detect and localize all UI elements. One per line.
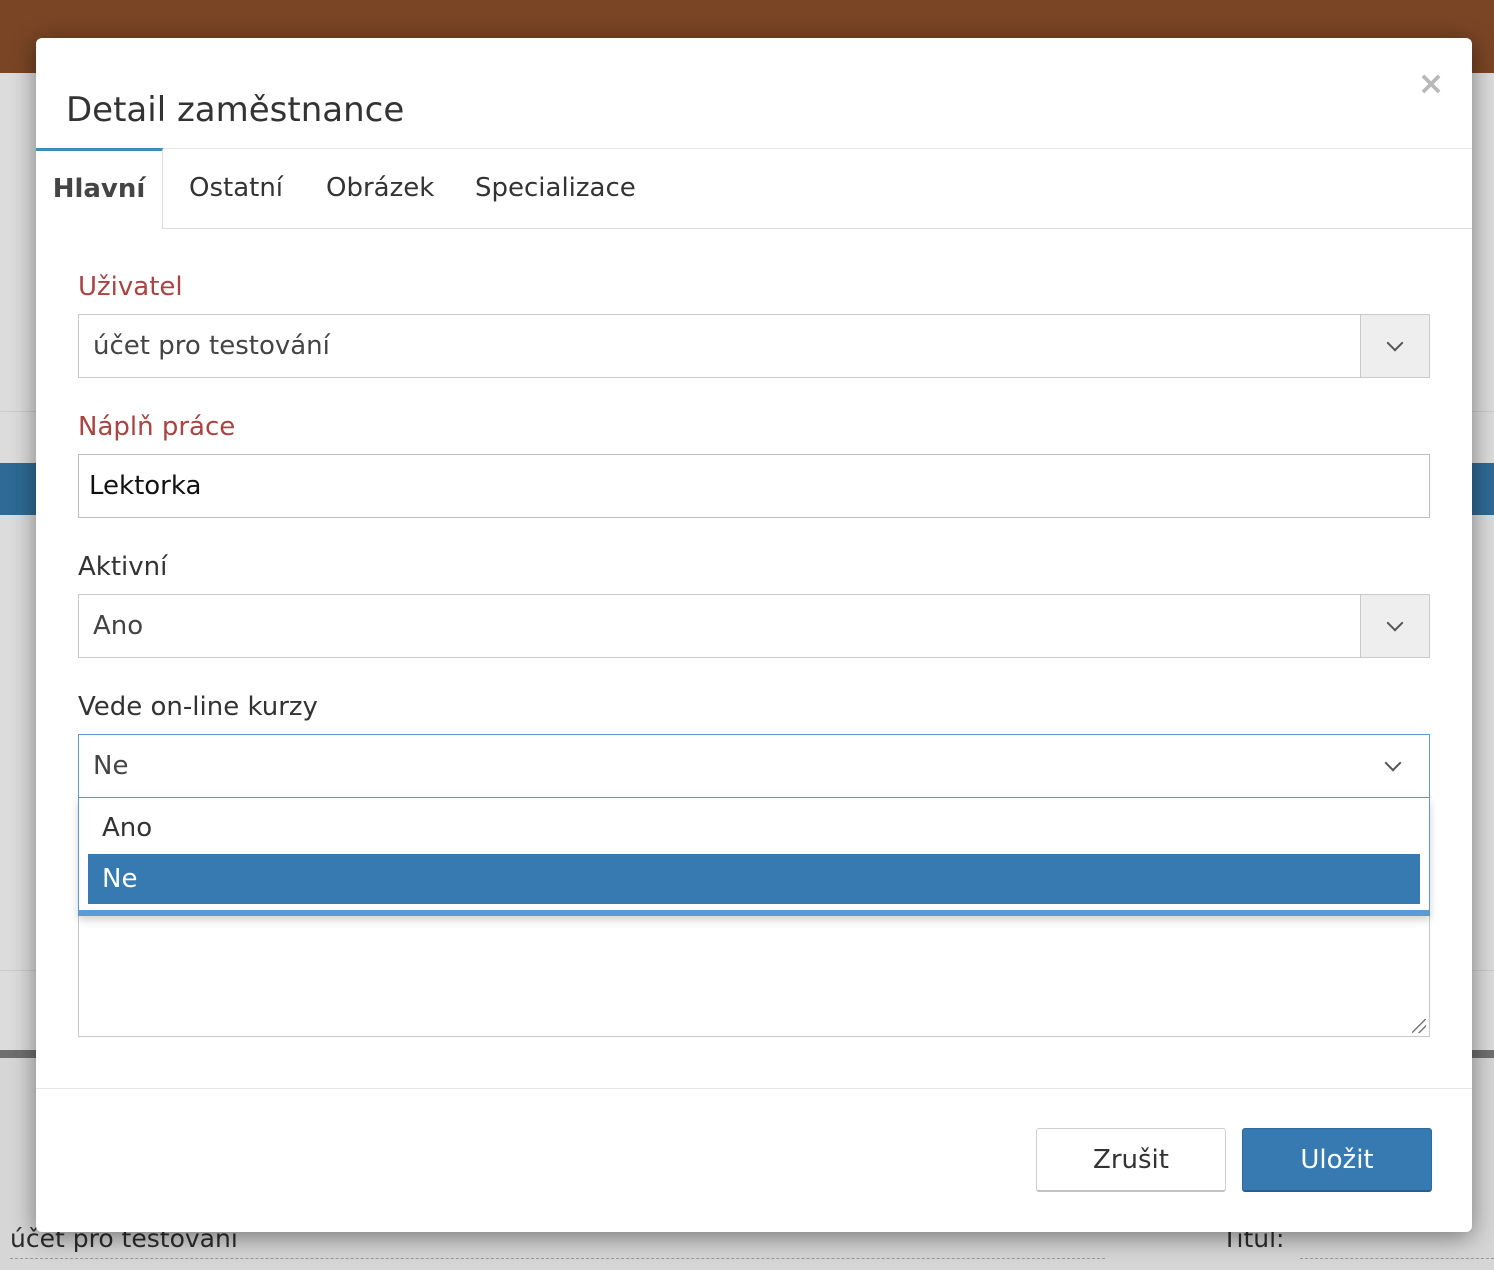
save-button-label: Uložit	[1300, 1144, 1374, 1175]
background-dashed-line	[1300, 1258, 1494, 1259]
user-select-value: účet pro testování	[93, 331, 330, 361]
online-courses-dropdown: Ano Ne	[78, 798, 1430, 916]
job-label: Náplň práce	[78, 412, 236, 442]
tab-other[interactable]: Ostatní	[189, 148, 283, 228]
cancel-button[interactable]: Zrušit	[1036, 1128, 1226, 1192]
resize-grip-icon[interactable]	[1412, 1019, 1426, 1033]
tab-specialization[interactable]: Specializace	[475, 148, 636, 228]
job-input-value: Lektorka	[89, 471, 202, 501]
chevron-down-icon	[1386, 334, 1404, 352]
active-label: Aktivní	[78, 552, 168, 582]
tab-main[interactable]: Hlavní	[36, 148, 163, 229]
tab-image[interactable]: Obrázek	[326, 148, 434, 228]
close-icon[interactable]: ×	[1416, 67, 1446, 99]
option-label: Ne	[102, 864, 138, 894]
online-courses-select-value: Ne	[93, 751, 129, 781]
notes-textarea[interactable]	[78, 912, 1430, 1037]
tab-bar: Hlavní Ostatní Obrázek Specializace	[36, 148, 1472, 229]
user-select[interactable]: účet pro testování	[78, 314, 1430, 378]
user-label: Uživatel	[78, 272, 183, 302]
employee-detail-modal: Detail zaměstnance × Hlavní Ostatní Obrá…	[36, 38, 1472, 1232]
option-ano[interactable]: Ano	[88, 803, 1420, 853]
chevron-down-icon	[1386, 614, 1404, 632]
job-input[interactable]: Lektorka	[78, 454, 1430, 518]
save-button[interactable]: Uložit	[1242, 1128, 1432, 1192]
option-ne[interactable]: Ne	[88, 854, 1420, 904]
dropdown-bottom-edge	[79, 910, 1429, 915]
modal-title: Detail zaměstnance	[66, 90, 405, 130]
active-select-value: Ano	[93, 611, 144, 641]
active-select[interactable]: Ano	[78, 594, 1430, 658]
option-label: Ano	[102, 813, 153, 843]
background-dashed-line	[10, 1258, 1105, 1259]
online-courses-select[interactable]: Ne	[78, 734, 1430, 798]
user-select-toggle[interactable]	[1360, 315, 1429, 377]
chevron-down-icon	[1384, 754, 1402, 772]
footer-divider	[36, 1088, 1472, 1089]
cancel-button-label: Zrušit	[1093, 1144, 1169, 1175]
active-select-toggle[interactable]	[1360, 595, 1429, 657]
online-courses-label: Vede on-line kurzy	[78, 692, 318, 722]
